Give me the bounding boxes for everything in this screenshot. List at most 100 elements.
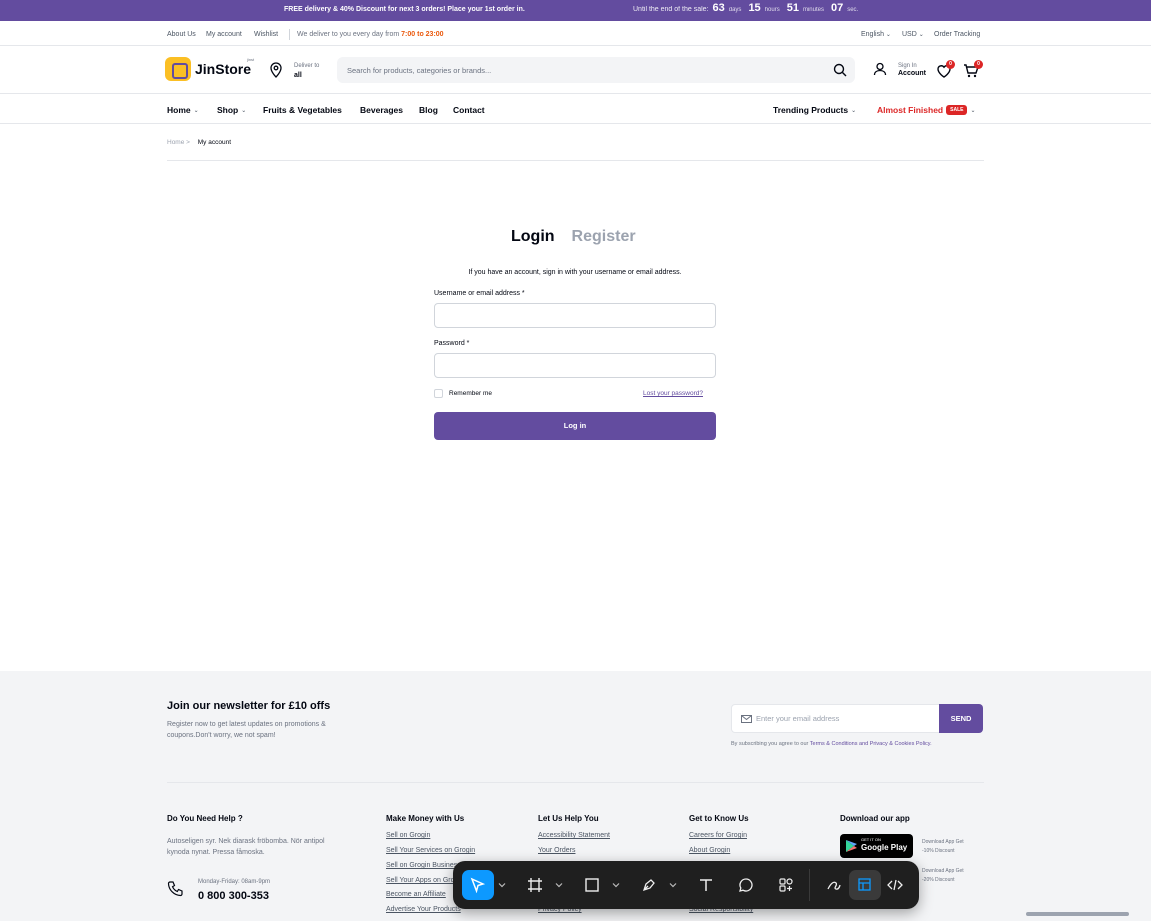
password-label: Password * <box>434 340 470 347</box>
currency-select[interactable]: USD ⌄ <box>902 31 924 38</box>
chevron-down-icon[interactable] <box>555 881 563 889</box>
design-toolbar <box>453 861 919 909</box>
chevron-down-icon: ⌄ <box>885 32 891 38</box>
shape-tool-button[interactable] <box>576 870 608 900</box>
actions-button[interactable] <box>770 870 802 900</box>
footer-link[interactable]: About Grogin <box>689 847 730 854</box>
nav-almost-finished[interactable]: Almost Finished SALE ⌄ <box>877 105 976 115</box>
chevron-down-icon[interactable] <box>612 881 620 889</box>
countdown-seconds-unit: sec. <box>847 7 859 13</box>
code-button[interactable] <box>879 870 911 900</box>
store-name: Google Play <box>861 843 908 852</box>
help-title: Do You Need Help ? <box>167 814 243 823</box>
store-note-discount: -10% Discount <box>922 848 955 854</box>
terms-prefix: By subscribing you agree to our <box>731 741 809 747</box>
login-button[interactable]: Log in <box>434 412 716 440</box>
tab-login[interactable]: Login <box>511 228 555 246</box>
username-field[interactable] <box>434 303 716 328</box>
location-pin-icon[interactable] <box>269 62 283 78</box>
deliver-to[interactable]: Deliver to all <box>294 62 319 80</box>
terms-link[interactable]: Terms & Conditions and Privacy & Cookies… <box>810 741 932 747</box>
draw-button[interactable] <box>818 870 850 900</box>
nav-blog[interactable]: Blog <box>419 105 438 115</box>
divider <box>167 160 984 161</box>
dev-mode-button[interactable] <box>849 870 881 900</box>
tab-register[interactable]: Register <box>572 228 636 246</box>
remember-me[interactable]: Remember me <box>434 389 492 398</box>
nav-contact[interactable]: Contact <box>453 105 485 115</box>
footer-link[interactable]: Advertise Your Products <box>386 906 461 913</box>
newsletter-email-input[interactable] <box>756 705 936 732</box>
col2-title: Let Us Help You <box>538 814 599 823</box>
store-note-line: Download App Get <box>922 839 964 845</box>
phone-icon <box>167 881 183 897</box>
search-input[interactable] <box>337 57 855 83</box>
chevron-down-icon: ⌄ <box>918 32 924 38</box>
countdown-minutes: 51 <box>786 2 799 14</box>
footer-link[interactable]: Your Orders <box>538 847 575 854</box>
col4-title: Download our app <box>840 814 910 823</box>
deliver-label: Deliver to <box>294 63 320 69</box>
nav-beverages[interactable]: Beverages <box>360 105 403 115</box>
search-bar <box>337 57 855 83</box>
chevron-down-icon[interactable] <box>669 881 677 889</box>
about-link[interactable]: About Us <box>167 31 196 38</box>
main-nav: Home ⌄ Shop ⌄ Fruits & Vegetables Beverage… <box>0 93 1151 124</box>
logo[interactable]: JinStore jinst <box>165 57 254 81</box>
breadcrumb-current: My account <box>197 139 232 146</box>
support-phone[interactable]: 0 800 300-353 <box>198 890 269 902</box>
delivery-info: We deliver to you every day from 7:00 to… <box>297 31 444 38</box>
nav-trending[interactable]: Trending Products ⌄ <box>773 105 856 115</box>
nav-shop[interactable]: Shop ⌄ <box>217 105 246 115</box>
horizontal-scrollbar[interactable] <box>1026 912 1129 916</box>
remember-checkbox[interactable] <box>434 389 443 398</box>
breadcrumb-home[interactable]: Home <box>167 139 184 146</box>
order-tracking-link[interactable]: Order Tracking <box>934 31 980 38</box>
code-icon <box>887 879 903 891</box>
delivery-hours: 7:00 to 23:00 <box>401 31 444 38</box>
password-field[interactable] <box>434 353 716 378</box>
countdown-hours: 15 <box>748 2 761 14</box>
nav-home[interactable]: Home ⌄ <box>167 105 199 115</box>
newsletter-form <box>731 704 940 733</box>
text-tool-button[interactable] <box>690 870 722 900</box>
frame-tool-button[interactable] <box>519 870 551 900</box>
search-icon[interactable] <box>833 63 847 77</box>
footer-link[interactable]: Sell on Grogin <box>386 832 430 839</box>
logo-mark-icon <box>165 57 191 81</box>
toolbar-divider <box>809 869 810 901</box>
countdown-days: 63 <box>712 2 725 14</box>
move-tool-button[interactable] <box>462 870 494 900</box>
google-play-button[interactable]: GET IT ON Google Play <box>840 834 913 858</box>
chevron-down-icon: ⌄ <box>193 107 199 114</box>
wishlist-count-badge: 0 <box>946 60 955 69</box>
breadcrumb: Home > My account <box>167 139 231 146</box>
footer-link[interactable]: Careers for Grogin <box>689 832 747 839</box>
promo-bar: FREE delivery & 40% Discount for next 3 … <box>0 0 1151 21</box>
mail-icon <box>741 715 752 723</box>
countdown-seconds: 07 <box>830 2 844 14</box>
store-small-text: GET IT ON <box>861 837 881 842</box>
move-tool-icon <box>470 877 486 893</box>
deliver-value: all <box>294 72 302 79</box>
divider <box>167 782 984 783</box>
newsletter-title: Join our newsletter for £10 offs <box>167 700 331 712</box>
footer-link[interactable]: Become an Affiliate <box>386 891 446 898</box>
chevron-down-icon: ⌄ <box>970 107 976 114</box>
footer-link[interactable]: Sell on Grogin Business <box>386 862 461 869</box>
footer-link[interactable]: Accessibility Statement <box>538 832 610 839</box>
store-note: Download App Get -20% Discount <box>922 867 964 885</box>
my-account-link[interactable]: My account <box>206 31 242 38</box>
footer-link[interactable]: Sell Your Services on Grogin <box>386 847 475 854</box>
username-label: Username or email address * <box>434 290 525 297</box>
comment-tool-button[interactable] <box>730 870 762 900</box>
wishlist-link[interactable]: Wishlist <box>254 31 278 38</box>
pen-tool-button[interactable] <box>633 870 665 900</box>
newsletter-send-button[interactable]: SEND <box>939 704 983 733</box>
chevron-down-icon[interactable] <box>498 881 506 889</box>
lost-password-link[interactable]: Lost your password? <box>643 390 703 397</box>
signin-label: Sign In <box>898 63 917 69</box>
language-select[interactable]: English ⌄ <box>861 31 891 38</box>
utility-bar: About Us My account Wishlist We deliver … <box>0 22 1151 46</box>
nav-fruits-vegetables[interactable]: Fruits & Vegetables <box>263 105 342 115</box>
